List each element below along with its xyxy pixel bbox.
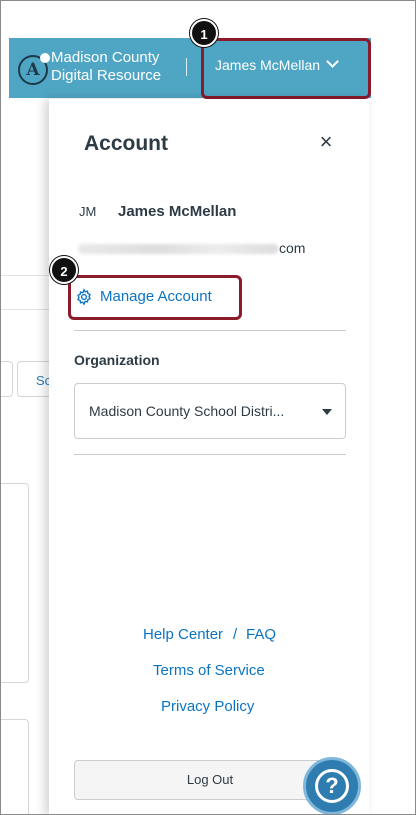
- dropdown-caret-icon: [322, 409, 332, 415]
- privacy-policy-link[interactable]: Privacy Policy: [161, 698, 254, 715]
- gear-icon: [77, 288, 91, 306]
- user-menu-label: James McMellan: [215, 57, 321, 73]
- chevron-down-icon: [326, 55, 339, 68]
- user-menu-button[interactable]: James McMellan: [201, 38, 371, 99]
- redacted-email: [78, 244, 278, 255]
- account-user-name: James McMellan: [118, 203, 237, 220]
- email-suffix: com: [279, 240, 306, 256]
- question-mark-icon: ?: [315, 769, 349, 803]
- link-separator: /: [233, 626, 238, 643]
- logo-accent: [40, 53, 50, 63]
- step-marker-1: 1: [190, 19, 218, 47]
- background-button: [1, 361, 13, 397]
- app-window: Sc A Madison County Digital Resource Jam…: [0, 0, 416, 815]
- logo-icon: A: [18, 53, 50, 85]
- organization-selected-value: Madison County School Distri...: [89, 403, 285, 419]
- account-email: com: [78, 240, 305, 256]
- faq-link[interactable]: FAQ: [246, 626, 276, 643]
- manage-account-label: Manage Account: [100, 288, 212, 305]
- panel-divider: [74, 330, 346, 331]
- background-divider: [1, 275, 49, 276]
- account-panel: Account × JM James McMellan com Manage A…: [49, 99, 369, 814]
- brand-name: Madison County Digital Resource: [51, 49, 161, 85]
- avatar: JM: [79, 204, 97, 219]
- manage-account-link[interactable]: Manage Account: [68, 275, 242, 320]
- brand-separator: [186, 58, 187, 76]
- help-center-link[interactable]: Help Center: [143, 626, 223, 643]
- brand-line-2: Digital Resource: [51, 67, 162, 84]
- panel-divider: [74, 454, 346, 455]
- organization-select[interactable]: Madison County School Distri...: [74, 383, 346, 439]
- step-marker-2: 2: [50, 256, 78, 284]
- background-divider: [1, 309, 49, 310]
- close-icon[interactable]: ×: [317, 131, 335, 153]
- panel-title: Account: [84, 132, 168, 155]
- terms-of-service-link[interactable]: Terms of Service: [153, 662, 265, 679]
- background-card: [1, 483, 29, 683]
- brand-line-1: Madison County: [51, 49, 160, 66]
- organization-label: Organization: [74, 352, 160, 368]
- background-card: [1, 719, 29, 814]
- help-button[interactable]: ?: [303, 757, 361, 814]
